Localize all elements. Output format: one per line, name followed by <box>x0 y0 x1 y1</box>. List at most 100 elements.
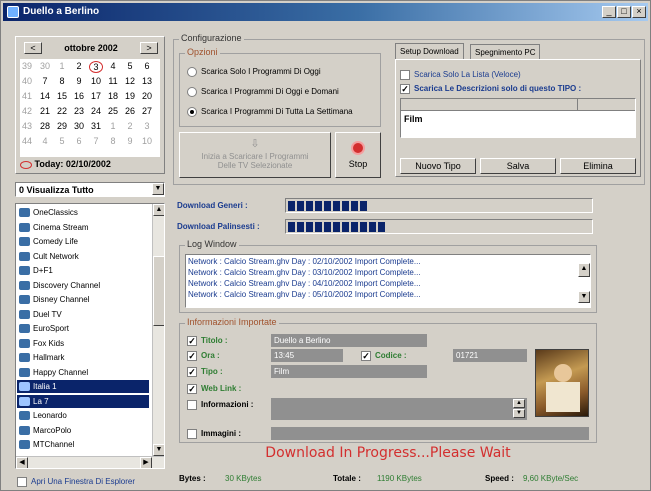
log-window[interactable]: Network : Calcio Stream.ghv Day : 02/10/… <box>185 254 591 308</box>
codice-field[interactable]: 01721 <box>453 349 527 362</box>
calendar-day[interactable]: 9 <box>72 76 86 86</box>
calendar-day[interactable]: 27 <box>140 106 154 116</box>
channel-list-item[interactable]: Comedy Life <box>17 235 149 248</box>
scroll-thumb[interactable] <box>153 256 164 326</box>
calendar-day[interactable]: 7 <box>89 136 103 146</box>
scroll-up-icon[interactable]: ▲ <box>153 204 164 216</box>
calendar-day[interactable]: 16 <box>72 91 86 101</box>
calendar-day[interactable]: 11 <box>106 76 120 86</box>
channel-list-item[interactable]: OneClassics <box>17 206 149 219</box>
calendar-day[interactable]: 25 <box>106 106 120 116</box>
calendar-today[interactable]: Today: 02/10/2002 <box>20 159 160 173</box>
calendar-day[interactable]: 31 <box>89 121 103 131</box>
filter-select[interactable]: 0 Visualizza Tutto ▼ <box>15 182 165 197</box>
checkbox-list-only[interactable] <box>400 70 410 80</box>
tab-setup-download[interactable]: Setup Download <box>395 43 464 59</box>
new-type-button[interactable]: Nuovo Tipo <box>400 158 476 174</box>
radio-week[interactable] <box>187 107 197 117</box>
minimize-button[interactable]: _ <box>602 6 616 18</box>
calendar-day[interactable]: 6 <box>72 136 86 146</box>
scroll-down-icon[interactable]: ▼ <box>153 444 164 456</box>
channel-list-item[interactable]: D+F1 <box>17 264 149 277</box>
ora-checkbox[interactable]: ✓ <box>187 351 197 361</box>
calendar-day[interactable]: 28 <box>38 121 52 131</box>
immagini-checkbox[interactable] <box>187 429 197 439</box>
channel-list-item[interactable]: Duel TV <box>17 308 149 321</box>
calendar-day[interactable]: 22 <box>55 106 69 116</box>
calendar-day[interactable]: 24 <box>89 106 103 116</box>
immagini-field[interactable] <box>271 427 589 440</box>
calendar-next-button[interactable]: > <box>140 42 158 54</box>
channel-list-vscroll[interactable]: ▲ ▼ <box>152 204 164 456</box>
maximize-button[interactable]: □ <box>617 6 631 18</box>
log-vscroll[interactable]: ▲ ▼ <box>578 255 590 307</box>
calendar-day[interactable]: 2 <box>123 121 137 131</box>
calendar-day[interactable]: 8 <box>106 136 120 146</box>
calendar-day[interactable]: 30 <box>72 121 86 131</box>
type-list-item[interactable]: Film <box>404 114 423 124</box>
calendar-day[interactable]: 17 <box>89 91 103 101</box>
radio-today-tomorrow[interactable] <box>187 87 197 97</box>
calendar-day[interactable]: 4 <box>106 61 120 71</box>
info-scroll-up-icon[interactable]: ▲ <box>513 399 525 408</box>
channel-list-item[interactable]: Cinema Stream <box>17 221 149 234</box>
calendar-day[interactable]: 1 <box>106 121 120 131</box>
title-bar[interactable]: Duello a Berlino _ □ × <box>3 3 648 21</box>
ora-field[interactable]: 13:45 <box>271 349 343 362</box>
calendar-day[interactable]: 10 <box>140 136 154 146</box>
informazioni-field[interactable]: ▲ ▼ <box>271 398 527 420</box>
calendar-day[interactable]: 6 <box>140 61 154 71</box>
explorer-checkbox[interactable] <box>17 477 27 487</box>
checkbox-descriptions[interactable]: ✓ <box>400 84 410 94</box>
info-scroll-down-icon[interactable]: ▼ <box>513 409 525 418</box>
calendar-day[interactable]: 18 <box>106 91 120 101</box>
channel-list-item[interactable]: Leonardo <box>17 409 149 422</box>
log-scroll-up-icon[interactable]: ▲ <box>578 263 590 277</box>
scroll-right-icon[interactable]: ▶ <box>140 457 152 468</box>
channel-list-item[interactable]: Hallmark <box>17 351 149 364</box>
calendar-day[interactable]: 21 <box>38 106 52 116</box>
titolo-checkbox[interactable]: ✓ <box>187 336 197 346</box>
type-list[interactable]: Film <box>400 98 636 138</box>
calendar-day[interactable]: 15 <box>55 91 69 101</box>
channel-list-item[interactable]: Disney Channel <box>17 293 149 306</box>
channel-list-item[interactable]: Happy Channel <box>17 366 149 379</box>
calendar-day[interactable]: 5 <box>55 136 69 146</box>
delete-button[interactable]: Elimina <box>560 158 636 174</box>
start-download-button[interactable]: ⇩ Inizia a Scaricare I Programmi Delle T… <box>179 132 331 178</box>
calendar-day[interactable]: 14 <box>38 91 52 101</box>
close-button[interactable]: × <box>632 6 646 18</box>
tipo-field[interactable]: Film <box>271 365 427 378</box>
channel-list-hscroll[interactable]: ◀ ▶ <box>16 456 164 468</box>
log-scroll-down-icon[interactable]: ▼ <box>578 291 590 303</box>
save-button[interactable]: Salva <box>480 158 556 174</box>
calendar-day[interactable]: 23 <box>72 106 86 116</box>
informazioni-checkbox[interactable] <box>187 400 197 410</box>
codice-checkbox[interactable]: ✓ <box>361 351 371 361</box>
scroll-left-icon[interactable]: ◀ <box>16 457 28 468</box>
channel-list-item[interactable]: Cult Network <box>17 250 149 263</box>
calendar-day[interactable]: 7 <box>38 76 52 86</box>
channel-list-item[interactable]: MarcoPolo <box>17 424 149 437</box>
channel-list-item[interactable]: La 7 <box>17 394 149 408</box>
calendar-day[interactable]: 10 <box>89 76 103 86</box>
calendar-day[interactable]: 3 <box>140 121 154 131</box>
calendar-prev-button[interactable]: < <box>24 42 42 54</box>
channel-list-item[interactable]: EuroSport <box>17 322 149 335</box>
stop-button[interactable]: Stop <box>335 132 381 178</box>
calendar-day[interactable]: 9 <box>123 136 137 146</box>
calendar-day[interactable]: 30 <box>38 61 52 71</box>
channel-list-item[interactable]: Discovery Channel <box>17 279 149 292</box>
calendar-day[interactable]: 12 <box>123 76 137 86</box>
titolo-field[interactable]: Duello a Berlino <box>271 334 427 347</box>
calendar-grid[interactable]: 39 30 1 2 3 4 5 6 40 7 8 9 10 11 12 13 41 14 15 16 17 18 19 20 4… <box>20 59 160 157</box>
weblink-checkbox[interactable]: ✓ <box>187 384 197 394</box>
calendar-day[interactable]: 3 <box>89 61 103 73</box>
calendar-day[interactable]: 13 <box>140 76 154 86</box>
tab-spegnimento-pc[interactable]: Spegnimento PC <box>470 44 541 60</box>
channel-list-item[interactable]: Italia 1 <box>17 380 149 393</box>
calendar-day[interactable]: 5 <box>123 61 137 71</box>
channel-list-item[interactable]: MTChannel <box>17 438 149 451</box>
calendar-day[interactable]: 1 <box>55 61 69 71</box>
tipo-checkbox[interactable]: ✓ <box>187 367 197 377</box>
